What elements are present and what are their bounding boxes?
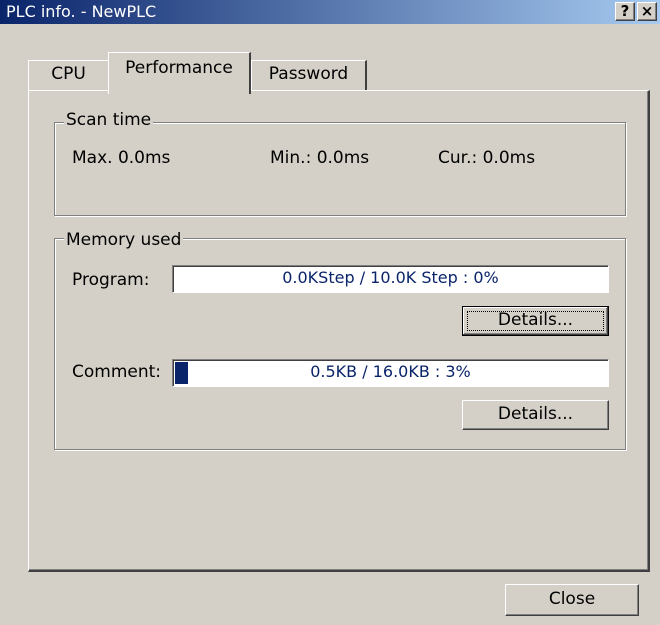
close-button[interactable]: Close [505, 584, 639, 616]
tab-performance[interactable]: Performance [108, 52, 251, 94]
help-button[interactable]: ? [615, 2, 635, 21]
program-memory-progress-text: 0.0KStep / 10.0K Step : 0% [282, 268, 499, 287]
tab-password[interactable]: Password [251, 60, 367, 90]
comment-label: Comment: [72, 362, 162, 382]
tab-cpu[interactable]: CPU [28, 60, 108, 90]
scan-time-cur: Cur.: 0.0ms [438, 148, 536, 168]
comment-memory-progress-bar: 0.5KB / 16.0KB : 3% [172, 359, 609, 387]
window-title: PLC info. - NewPLC [6, 2, 157, 21]
program-details-button[interactable]: Details... [462, 306, 609, 336]
title-bar[interactable]: PLC info. - NewPLC ? × [0, 0, 660, 24]
comment-details-label: Details... [497, 404, 574, 424]
program-memory-progress-bar: 0.0KStep / 10.0K Step : 0% [172, 265, 609, 293]
focus-ring [467, 311, 604, 331]
comment-details-button[interactable]: Details... [462, 400, 609, 430]
memory-used-group-title: Memory used [64, 230, 184, 250]
scan-time-group-title: Scan time [64, 110, 154, 130]
comment-memory-progress-text: 0.5KB / 16.0KB : 3% [310, 362, 471, 381]
plc-info-dialog: PLC info. - NewPLC ? × CPU Performance P… [0, 0, 660, 625]
close-window-button[interactable]: × [637, 2, 657, 21]
scan-time-min: Min.: 0.0ms [270, 148, 370, 168]
scan-time-max: Max. 0.0ms [72, 148, 171, 168]
program-label: Program: [72, 270, 150, 290]
